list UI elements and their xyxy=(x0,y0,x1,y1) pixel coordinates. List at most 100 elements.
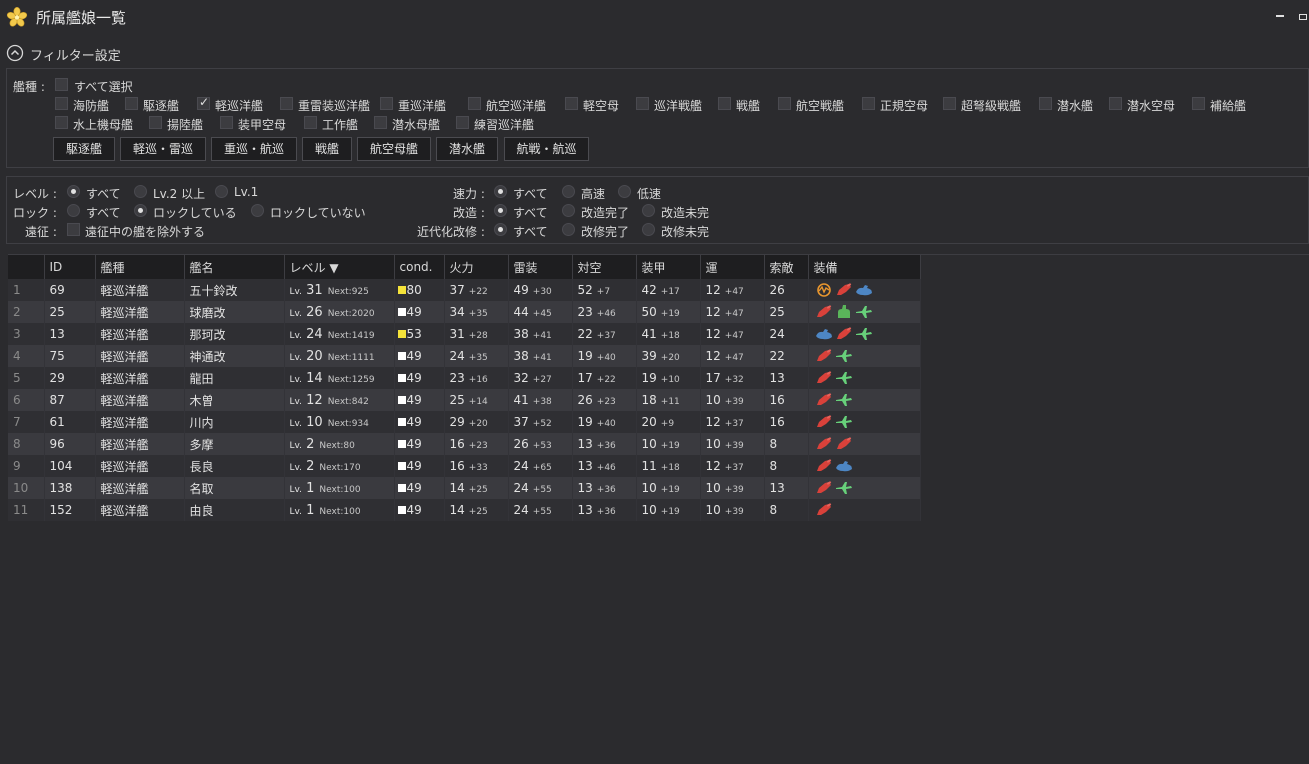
firepower-header[interactable]: 火力 xyxy=(444,255,509,279)
ship-type-checkbox[interactable] xyxy=(380,97,393,110)
torpedo-bonus: +65 xyxy=(532,463,552,473)
seaplane-green-icon[interactable] xyxy=(835,349,853,363)
quick-filter-button[interactable]: 重巡・航巡 xyxy=(211,137,297,161)
speed-radio[interactable] xyxy=(562,185,575,198)
table-row[interactable]: 7 61 軽巡洋艦 川内 Lv. 10 Next:934 49 29 +20 37 +52 19 +40… xyxy=(8,411,921,433)
ship-type-checkbox[interactable] xyxy=(280,97,293,110)
gun-red-icon[interactable] xyxy=(815,437,833,451)
firepower-bonus: +16 xyxy=(468,375,488,385)
gun-red-icon[interactable] xyxy=(815,415,833,429)
seaplane-green-icon[interactable] xyxy=(835,415,853,429)
select-all-checkbox[interactable] xyxy=(55,78,68,91)
remodel-radio[interactable] xyxy=(642,204,655,217)
table-row[interactable]: 1 69 軽巡洋艦 五十鈴改 Lv. 31 Next:925 80 37 +22 49 +30 52 +… xyxy=(8,279,921,301)
los-header[interactable]: 索敵 xyxy=(764,255,809,279)
ship-type-checkbox[interactable] xyxy=(636,97,649,110)
quick-filter-button[interactable]: 航空母艦 xyxy=(357,137,431,161)
ship-type-checkbox[interactable] xyxy=(197,95,210,110)
table-row[interactable]: 2 25 軽巡洋艦 球磨改 Lv. 26 Next:2020 49 34 +35 44 +45 23 +… xyxy=(8,301,921,323)
seaplane-green-icon[interactable] xyxy=(855,305,873,319)
anti-air-header[interactable]: 対空 xyxy=(572,255,637,279)
level-header[interactable]: レベル ▼ xyxy=(284,255,395,279)
seaplane-green-icon[interactable] xyxy=(835,371,853,385)
table-row[interactable]: 10 138 軽巡洋艦 名取 Lv. 1 Next:100 49 14 +25 24 +55 13 +3… xyxy=(8,477,921,499)
gun-red-icon[interactable] xyxy=(835,437,853,451)
ship-type-checkbox[interactable] xyxy=(468,97,481,110)
sonar-blue-icon[interactable] xyxy=(835,459,853,473)
remodel-radio[interactable] xyxy=(494,204,507,217)
level-radio[interactable] xyxy=(67,185,80,198)
quick-filter-button[interactable]: 潜水艦 xyxy=(436,137,498,161)
exclude-expedition-checkbox[interactable] xyxy=(67,223,80,236)
modernize-radio[interactable] xyxy=(494,223,507,236)
remodel-radio[interactable] xyxy=(562,204,575,217)
lock-radio[interactable] xyxy=(67,204,80,217)
ship-type-checkbox[interactable] xyxy=(718,97,731,110)
table-row[interactable]: 11 152 軽巡洋艦 由良 Lv. 1 Next:100 49 14 +25 24 +55 13 +3… xyxy=(8,499,921,521)
type-header[interactable]: 艦種 xyxy=(95,255,185,279)
lock-radio[interactable] xyxy=(134,204,147,217)
firepower-bonus: +22 xyxy=(468,287,488,297)
seaplane-green-icon[interactable] xyxy=(835,481,853,495)
gun-red-icon[interactable] xyxy=(835,327,853,341)
table-row[interactable]: 8 96 軽巡洋艦 多摩 Lv. 2 Next:80 49 16 +23 26 +53 13 +36 10… xyxy=(8,433,921,455)
ship-type-checkbox[interactable] xyxy=(149,116,162,129)
ship-type-checkbox[interactable] xyxy=(1109,97,1122,110)
name-header[interactable]: 艦名 xyxy=(184,255,285,279)
equipment-header[interactable]: 装備 xyxy=(808,255,921,279)
ship-type-checkbox[interactable] xyxy=(1192,97,1205,110)
quick-filter-button[interactable]: 航戦・航巡 xyxy=(504,137,589,161)
lock-radio[interactable] xyxy=(251,204,264,217)
gun-green-icon[interactable] xyxy=(835,305,853,319)
gun-red-icon[interactable] xyxy=(815,393,833,407)
row-number-header[interactable] xyxy=(8,255,45,279)
maximize-button[interactable] xyxy=(1296,2,1308,24)
gun-red-icon[interactable] xyxy=(815,481,833,495)
table-row[interactable]: 6 87 軽巡洋艦 木曽 Lv. 12 Next:842 49 25 +14 41 +38 26 +23… xyxy=(8,389,921,411)
ship-type-checkbox[interactable] xyxy=(125,97,138,110)
level-radio[interactable] xyxy=(134,185,147,198)
quick-filter-button[interactable]: 軽巡・雷巡 xyxy=(120,137,206,161)
speed-radio[interactable] xyxy=(494,185,507,198)
gun-red-icon[interactable] xyxy=(815,349,833,363)
sonar-blue-icon[interactable] xyxy=(815,327,833,341)
ship-type-checkbox[interactable] xyxy=(220,116,233,129)
seaplane-green-icon[interactable] xyxy=(835,393,853,407)
gun-red-icon[interactable] xyxy=(815,371,833,385)
ship-type-checkbox[interactable] xyxy=(1039,97,1052,110)
ship-type-checkbox[interactable] xyxy=(778,97,791,110)
gun-red-icon[interactable] xyxy=(815,503,833,517)
sonar-blue-icon[interactable] xyxy=(855,283,873,297)
table-row[interactable]: 3 13 軽巡洋艦 那珂改 Lv. 24 Next:1419 53 31 +28 38 +41 22 +… xyxy=(8,323,921,345)
luck-header[interactable]: 運 xyxy=(700,255,765,279)
ship-type-checkbox[interactable] xyxy=(55,97,68,110)
ship-type-checkbox[interactable] xyxy=(565,97,578,110)
modernize-radio[interactable] xyxy=(642,223,655,236)
ship-type-checkbox[interactable] xyxy=(374,116,387,129)
chevron-up-circle-icon[interactable] xyxy=(6,44,24,62)
speed-radio[interactable] xyxy=(618,185,631,198)
torpedo-header[interactable]: 雷装 xyxy=(508,255,573,279)
quick-filter-button[interactable]: 駆逐艦 xyxy=(53,137,115,161)
id-header[interactable]: ID xyxy=(44,255,96,279)
ship-type-checkbox[interactable] xyxy=(862,97,875,110)
seaplane-green-icon[interactable] xyxy=(855,327,873,341)
radar-icon[interactable] xyxy=(815,283,833,298)
ship-type-checkbox[interactable] xyxy=(55,116,68,129)
gun-red-icon[interactable] xyxy=(815,305,833,319)
quick-filter-button[interactable]: 戦艦 xyxy=(302,137,352,161)
modernize-radio[interactable] xyxy=(562,223,575,236)
ship-type-checkbox[interactable] xyxy=(456,116,469,129)
gun-red-icon[interactable] xyxy=(835,283,853,297)
cond-header[interactable]: cond. xyxy=(394,255,445,279)
minimize-button[interactable] xyxy=(1271,2,1291,24)
ship-type-checkbox[interactable] xyxy=(304,116,317,129)
ship-table-container[interactable]: ID 艦種 艦名 レベル ▼ cond. 火力 雷装 対空 装甲運索敵 装備 1 69 軽巡洋艦 五十鈴… xyxy=(8,254,1309,764)
ship-type-checkbox[interactable] xyxy=(943,97,956,110)
gun-red-icon[interactable] xyxy=(815,459,833,473)
armor-header[interactable]: 装甲 xyxy=(636,255,701,279)
table-row[interactable]: 5 29 軽巡洋艦 龍田 Lv. 14 Next:1259 49 23 +16 32 +27 17 +2… xyxy=(8,367,921,389)
table-row[interactable]: 4 75 軽巡洋艦 神通改 Lv. 20 Next:1111 49 24 +35 38 +41 19 +… xyxy=(8,345,921,367)
table-row[interactable]: 9 104 軽巡洋艦 長良 Lv. 2 Next:170 49 16 +33 24 +65 13 +46… xyxy=(8,455,921,477)
level-radio[interactable] xyxy=(215,185,228,198)
